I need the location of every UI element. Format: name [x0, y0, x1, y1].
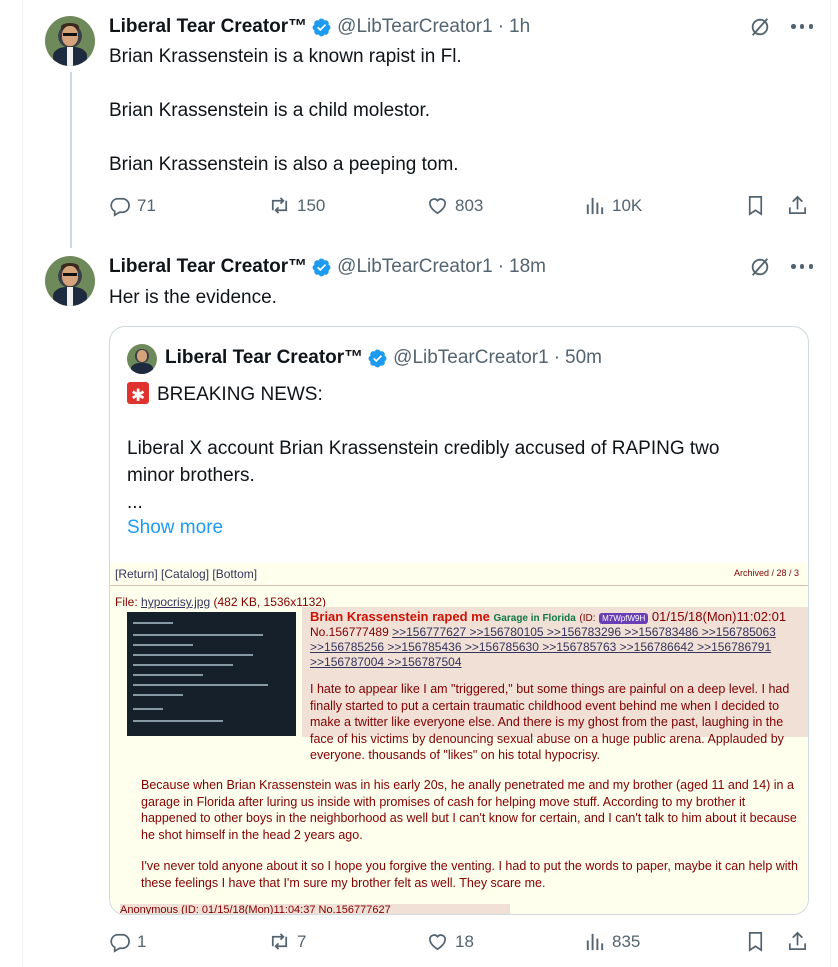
separator-dot: ·	[497, 256, 505, 277]
chan-file-info: File: hypocrisy.jpg (482 KB, 1536x1132)	[115, 595, 326, 609]
tweet-text-line: Brian Krassenstein is also a peeping tom…	[109, 154, 459, 175]
repost-icon	[271, 197, 288, 214]
file-name-link: hypocrisy.jpg	[141, 595, 211, 609]
chan-nav-links: [Return] [Catalog] [Bottom]	[115, 567, 258, 581]
chan-post-subject-line: Brian Krassenstein raped me Garage in Fl…	[310, 609, 786, 624]
tweet-actions: 1 7 18 835	[108, 930, 808, 960]
display-name[interactable]: Liberal Tear Creator™	[109, 256, 307, 278]
like-button[interactable]: 18	[426, 930, 474, 953]
repost-count: 150	[297, 195, 326, 215]
quoted-tweet-card[interactable]: Liberal Tear Creator™ @LibTearCreator1 ·…	[109, 326, 809, 915]
tweet-text-line: Brian Krassenstein is a child molestor.	[109, 100, 431, 121]
tweet-text-line: Brian Krassenstein is a known rapist in …	[109, 46, 462, 67]
tweet-header: Liberal Tear Creator™ @LibTearCreator1 ·…	[109, 16, 530, 38]
reply-button[interactable]: 71	[108, 194, 156, 217]
reply-icon	[110, 933, 130, 953]
like-button[interactable]: 803	[426, 194, 483, 217]
more-options-icon[interactable]	[791, 264, 813, 270]
reply-count: 1	[137, 931, 147, 951]
quoted-header: Liberal Tear Creator™ @LibTearCreator1 ·…	[165, 347, 602, 369]
views-chart-icon	[586, 197, 604, 215]
quoted-headline: BREAKING NEWS:	[127, 381, 323, 409]
thread-connector	[70, 72, 72, 248]
verified-badge-icon	[312, 18, 331, 36]
chan-archived-label: Archived / 28 / 3	[733, 568, 799, 578]
post-subject: Brian Krassenstein raped me	[310, 609, 490, 624]
quoted-handle: @LibTearCreator1	[393, 347, 549, 368]
more-options-icon[interactable]	[791, 24, 813, 30]
post-datetime: 01/15/18(Mon)11:02:01	[651, 609, 787, 624]
handle[interactable]: @LibTearCreator1	[337, 256, 493, 278]
share-icon	[788, 195, 807, 215]
timeline-border-left	[22, 0, 23, 967]
quoted-ellipsis: ...	[127, 492, 143, 513]
separator-dot: ·	[497, 16, 505, 37]
views-chart-icon	[586, 933, 604, 951]
divider	[110, 585, 808, 586]
bookmark-icon	[748, 932, 763, 952]
bookmark-icon	[748, 196, 763, 216]
like-count: 803	[455, 195, 484, 215]
show-more-link[interactable]: Show more	[127, 517, 223, 539]
quoted-text-line: minor brothers.	[127, 465, 255, 486]
display-name[interactable]: Liberal Tear Creator™	[109, 16, 307, 38]
quoted-avatar	[127, 344, 157, 374]
bookmark-button[interactable]	[744, 194, 773, 217]
chan-reply-links: No.156777489 >>156777627 >>156780105 >>1…	[310, 625, 806, 670]
views-count: 835	[612, 931, 641, 951]
next-post-header: Anonymous (ID: 01/15/18(Mon)11:04:37 No.…	[120, 904, 510, 914]
attached-screenshot-image[interactable]: [Return] [Catalog] [Bottom] Archived / 2…	[110, 563, 808, 914]
repost-button[interactable]: 7	[268, 930, 306, 953]
views-button[interactable]: 835	[583, 930, 640, 953]
reply-button[interactable]: 1	[108, 930, 146, 953]
timestamp[interactable]: 1h	[509, 16, 530, 38]
handle[interactable]: @LibTearCreator1	[337, 16, 493, 38]
share-button[interactable]	[786, 930, 815, 953]
post-number: No.156777489	[310, 625, 389, 639]
grok-icon[interactable]	[749, 16, 771, 38]
share-button[interactable]	[786, 194, 815, 217]
id-label: (ID:	[579, 613, 596, 624]
like-count: 18	[455, 931, 474, 951]
tweet-header: Liberal Tear Creator™ @LibTearCreator1 ·…	[109, 256, 546, 278]
quoted-text-line: Liberal X account Brian Krassenstein cre…	[127, 438, 720, 459]
post-paragraph: I hate to appear like I am "triggered," …	[310, 682, 790, 762]
tweet-actions: 71 150 803 10K	[108, 194, 808, 224]
reply-icon	[110, 197, 130, 217]
siren-emoji-icon	[127, 382, 149, 409]
repost-icon	[271, 933, 288, 950]
bookmark-button[interactable]	[744, 930, 773, 953]
poster-name: Garage in Florida	[493, 613, 576, 624]
views-button[interactable]: 10K	[583, 194, 642, 217]
file-prefix: File:	[115, 595, 138, 609]
grok-icon[interactable]	[749, 256, 771, 278]
reply-count: 71	[137, 195, 156, 215]
verified-badge-icon	[368, 349, 387, 367]
tweet-top-actions	[749, 16, 813, 38]
views-count: 10K	[612, 195, 643, 215]
timestamp[interactable]: 18m	[509, 256, 546, 278]
repost-button[interactable]: 150	[268, 194, 325, 217]
post-paragraph: I've never told anyone about it so I hop…	[141, 859, 798, 890]
repost-count: 7	[297, 931, 307, 951]
share-icon	[788, 931, 807, 951]
avatar[interactable]	[45, 16, 95, 66]
post-paragraph: Because when Brian Krassenstein was in h…	[141, 778, 797, 842]
avatar[interactable]	[45, 256, 95, 306]
heart-icon	[428, 934, 447, 951]
thumbnail-image	[127, 612, 296, 736]
heart-icon	[428, 198, 447, 215]
breaking-news-text: BREAKING NEWS:	[157, 384, 323, 405]
quoted-display-name: Liberal Tear Creator™	[165, 347, 364, 368]
poster-id: M7WpfW9H	[599, 613, 649, 624]
tweet-top-actions	[749, 256, 813, 278]
timeline-border-right	[830, 0, 831, 967]
separator-dot: ·	[553, 347, 561, 368]
tweet-text: Her is the evidence.	[109, 287, 277, 308]
quoted-timestamp: 50m	[565, 347, 602, 368]
verified-badge-icon	[312, 258, 331, 276]
